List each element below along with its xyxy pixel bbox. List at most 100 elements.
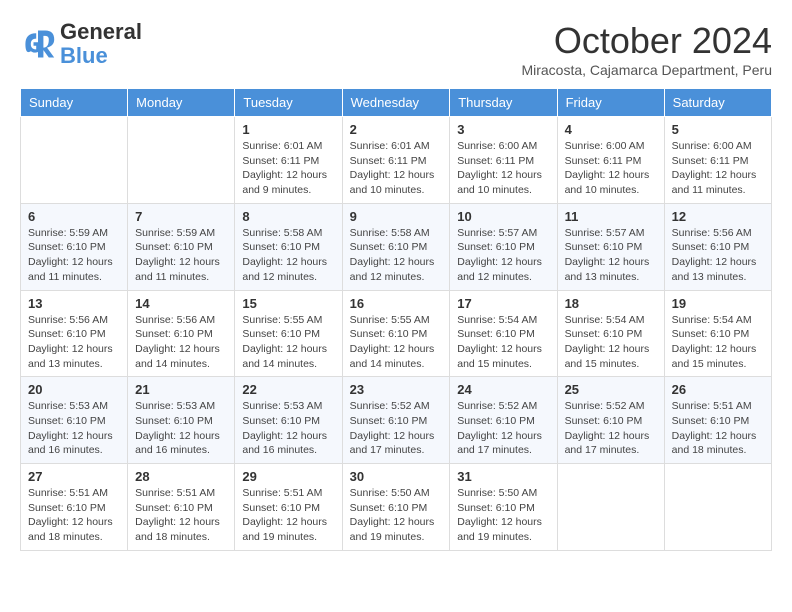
- calendar: SundayMondayTuesdayWednesdayThursdayFrid…: [20, 88, 772, 551]
- calendar-cell: [557, 464, 664, 551]
- day-number: 10: [457, 209, 549, 224]
- day-info: Sunrise: 5:51 AMSunset: 6:10 PMDaylight:…: [28, 486, 120, 545]
- day-info: Sunrise: 5:54 AMSunset: 6:10 PMDaylight:…: [565, 313, 657, 372]
- calendar-week-1: 1 Sunrise: 6:01 AMSunset: 6:11 PMDaylight…: [21, 117, 772, 204]
- logo-icon: [20, 26, 56, 62]
- logo-line2: Blue: [60, 44, 142, 68]
- calendar-cell: 19Sunrise: 5:54 AMSunset: 6:10 PMDayligh…: [664, 290, 771, 377]
- calendar-cell: 29Sunrise: 5:51 AMSunset: 6:10 PMDayligh…: [235, 464, 342, 551]
- day-number: 8: [242, 209, 334, 224]
- day-number: 23: [350, 382, 443, 397]
- day-info: Sunrise: 5:52 AMSunset: 6:10 PMDaylight:…: [350, 399, 443, 458]
- calendar-cell: 17 Sunrise: 5:54 AMSunset: 6:10 PMDayligh…: [450, 290, 557, 377]
- day-info: Sunrise: 6:01 AMSunset: 6:11 PMDaylight:…: [350, 139, 443, 198]
- day-number: 26: [672, 382, 764, 397]
- calendar-cell: 15 Sunrise: 5:55 AMSunset: 6:10 PMDayligh…: [235, 290, 342, 377]
- day-header-wednesday: Wednesday: [342, 89, 450, 117]
- day-number: 1: [242, 122, 334, 137]
- day-header-friday: Friday: [557, 89, 664, 117]
- day-number: 31: [457, 469, 549, 484]
- calendar-cell: 2 Sunrise: 6:01 AMSunset: 6:11 PMDaylight…: [342, 117, 450, 204]
- day-number: 25: [565, 382, 657, 397]
- day-number: 9: [350, 209, 443, 224]
- day-info: Sunrise: 5:53 AMSunset: 6:10 PMDaylight:…: [28, 399, 120, 458]
- day-number: 19: [672, 296, 764, 311]
- calendar-week-3: 13 Sunrise: 5:56 AMSunset: 6:10 PMDayligh…: [21, 290, 772, 377]
- day-number: 18: [565, 296, 657, 311]
- day-info: Sunrise: 5:52 AMSunset: 6:10 PMDaylight:…: [565, 399, 657, 458]
- day-info: Sunrise: 5:54 AMSunset: 6:10 PMDaylight:…: [457, 313, 549, 372]
- calendar-cell: 13 Sunrise: 5:56 AMSunset: 6:10 PMDayligh…: [21, 290, 128, 377]
- day-header-monday: Monday: [128, 89, 235, 117]
- day-header-thursday: Thursday: [450, 89, 557, 117]
- day-info: Sunrise: 5:51 AMSunset: 6:10 PMDaylight:…: [672, 399, 764, 458]
- day-number: 29: [242, 469, 334, 484]
- calendar-cell: 3 Sunrise: 6:00 AMSunset: 6:11 PMDaylight…: [450, 117, 557, 204]
- day-number: 12: [672, 209, 764, 224]
- day-info: Sunrise: 5:53 AMSunset: 6:10 PMDaylight:…: [242, 399, 334, 458]
- day-info: Sunrise: 5:50 AMSunset: 6:10 PMDaylight:…: [350, 486, 443, 545]
- calendar-cell: 9 Sunrise: 5:58 AMSunset: 6:10 PMDaylight…: [342, 203, 450, 290]
- day-info: Sunrise: 5:57 AMSunset: 6:10 PMDaylight:…: [565, 226, 657, 285]
- logo-text: General Blue: [60, 20, 142, 68]
- page-header: General Blue October 2024 Miracosta, Caj…: [20, 20, 772, 78]
- calendar-cell: 7 Sunrise: 5:59 AMSunset: 6:10 PMDaylight…: [128, 203, 235, 290]
- day-number: 15: [242, 296, 334, 311]
- calendar-cell: 22 Sunrise: 5:53 AMSunset: 6:10 PMDayligh…: [235, 377, 342, 464]
- day-info: Sunrise: 5:56 AMSunset: 6:10 PMDaylight:…: [28, 313, 120, 372]
- day-number: 21: [135, 382, 227, 397]
- calendar-cell: 30 Sunrise: 5:50 AMSunset: 6:10 PMDayligh…: [342, 464, 450, 551]
- day-number: 17: [457, 296, 549, 311]
- calendar-cell: 27 Sunrise: 5:51 AMSunset: 6:10 PMDayligh…: [21, 464, 128, 551]
- day-number: 24: [457, 382, 549, 397]
- day-header-saturday: Saturday: [664, 89, 771, 117]
- day-info: Sunrise: 5:57 AMSunset: 6:10 PMDaylight:…: [457, 226, 549, 285]
- day-info: Sunrise: 5:55 AMSunset: 6:10 PMDaylight:…: [242, 313, 334, 372]
- month-title: October 2024: [521, 20, 772, 62]
- calendar-cell: 10 Sunrise: 5:57 AMSunset: 6:10 PMDayligh…: [450, 203, 557, 290]
- day-number: 20: [28, 382, 120, 397]
- day-info: Sunrise: 5:53 AMSunset: 6:10 PMDaylight:…: [135, 399, 227, 458]
- day-number: 28: [135, 469, 227, 484]
- calendar-cell: 12 Sunrise: 5:56 AMSunset: 6:10 PMDayligh…: [664, 203, 771, 290]
- day-number: 4: [565, 122, 657, 137]
- day-number: 27: [28, 469, 120, 484]
- day-info: Sunrise: 5:55 AMSunset: 6:10 PMDaylight:…: [350, 313, 443, 372]
- calendar-cell: 6 Sunrise: 5:59 AMSunset: 6:10 PMDaylight…: [21, 203, 128, 290]
- day-number: 13: [28, 296, 120, 311]
- day-info: Sunrise: 6:00 AMSunset: 6:11 PMDaylight:…: [457, 139, 549, 198]
- day-info: Sunrise: 5:59 AMSunset: 6:10 PMDaylight:…: [135, 226, 227, 285]
- day-number: 30: [350, 469, 443, 484]
- calendar-cell: 25 Sunrise: 5:52 AMSunset: 6:10 PMDayligh…: [557, 377, 664, 464]
- day-info: Sunrise: 5:58 AMSunset: 6:10 PMDaylight:…: [242, 226, 334, 285]
- day-number: 6: [28, 209, 120, 224]
- day-number: 16: [350, 296, 443, 311]
- day-info: Sunrise: 6:00 AMSunset: 6:11 PMDaylight:…: [672, 139, 764, 198]
- day-info: Sunrise: 5:56 AMSunset: 6:10 PMDaylight:…: [135, 313, 227, 372]
- day-info: Sunrise: 5:58 AMSunset: 6:10 PMDaylight:…: [350, 226, 443, 285]
- day-number: 3: [457, 122, 549, 137]
- calendar-cell: [21, 117, 128, 204]
- day-number: 22: [242, 382, 334, 397]
- day-number: 7: [135, 209, 227, 224]
- logo: General Blue: [20, 20, 142, 68]
- calendar-cell: 18 Sunrise: 5:54 AMSunset: 6:10 PMDayligh…: [557, 290, 664, 377]
- day-number: 11: [565, 209, 657, 224]
- day-number: 2: [350, 122, 443, 137]
- calendar-cell: 1Sunrise: 6:01 AMSunset: 6:11 PMDaylight…: [235, 117, 342, 204]
- calendar-week-5: 27 Sunrise: 5:51 AMSunset: 6:10 PMDayligh…: [21, 464, 772, 551]
- day-info: Sunrise: 5:59 AMSunset: 6:10 PMDaylight:…: [28, 226, 120, 285]
- day-info: Sunrise: 6:00 AMSunset: 6:11 PMDaylight:…: [565, 139, 657, 198]
- calendar-week-4: 20 Sunrise: 5:53 AMSunset: 6:10 PMDayligh…: [21, 377, 772, 464]
- calendar-header-row: SundayMondayTuesdayWednesdayThursdayFrid…: [21, 89, 772, 117]
- calendar-week-2: 6 Sunrise: 5:59 AMSunset: 6:10 PMDaylight…: [21, 203, 772, 290]
- logo-line1: General: [60, 20, 142, 44]
- calendar-cell: [664, 464, 771, 551]
- calendar-cell: 31Sunrise: 5:50 AMSunset: 6:10 PMDayligh…: [450, 464, 557, 551]
- title-block: October 2024 Miracosta, Cajamarca Depart…: [521, 20, 772, 78]
- subtitle: Miracosta, Cajamarca Department, Peru: [521, 62, 772, 78]
- day-info: Sunrise: 5:56 AMSunset: 6:10 PMDaylight:…: [672, 226, 764, 285]
- calendar-cell: [128, 117, 235, 204]
- day-header-tuesday: Tuesday: [235, 89, 342, 117]
- calendar-cell: 5Sunrise: 6:00 AMSunset: 6:11 PMDaylight…: [664, 117, 771, 204]
